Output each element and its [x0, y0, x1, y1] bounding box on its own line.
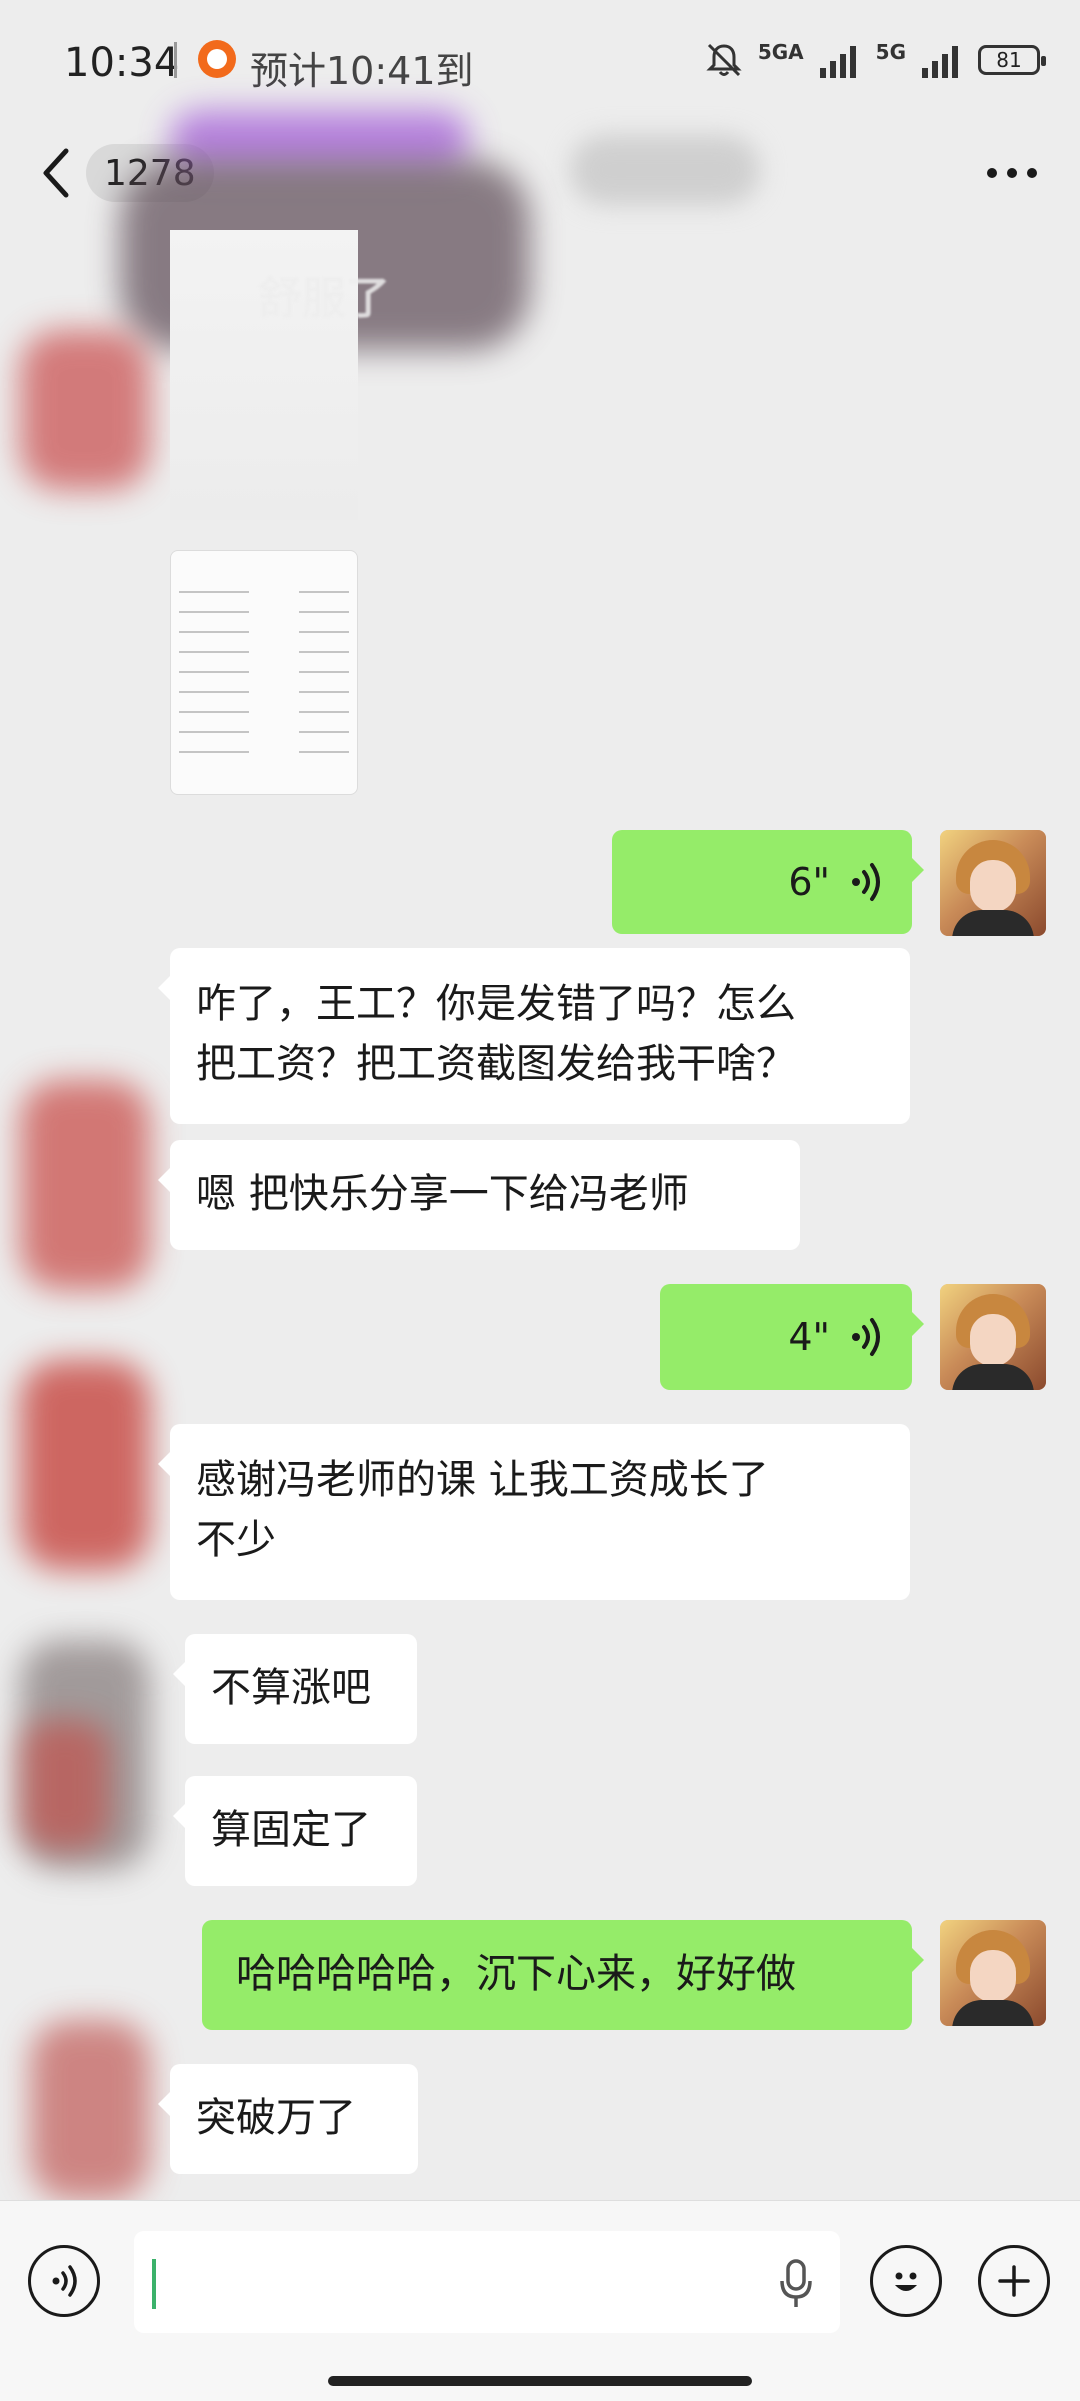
- text-message[interactable]: 感谢冯老师的课 让我工资成长了 不少: [158, 1424, 910, 1600]
- chat-input-bar: [0, 2200, 1080, 2401]
- clock: 10:34: [64, 40, 180, 86]
- my-avatar[interactable]: [940, 830, 1046, 936]
- voice-duration: 4": [788, 1315, 830, 1359]
- status-bar: 10:34 预计10:41到 5GA 5G 81: [0, 0, 1080, 125]
- text-message[interactable]: 算固定了: [173, 1776, 417, 1886]
- network-type-1: 5GA: [757, 40, 804, 64]
- more-dots-icon[interactable]: [980, 149, 1044, 197]
- text-message[interactable]: 嗯 把快乐分享一下给冯老师: [158, 1140, 800, 1250]
- message-line: 算固定了: [211, 1807, 371, 1853]
- status-divider: [174, 42, 177, 78]
- voice-message[interactable]: 6": [612, 830, 924, 934]
- redacted-avatar: [20, 1080, 150, 1290]
- status-indicators: 5GA 5G 81: [704, 38, 1046, 82]
- contact-name-redacted: [570, 135, 760, 205]
- emoji-icon: [895, 2272, 917, 2291]
- voice-wave-icon: [852, 863, 880, 901]
- message-input[interactable]: [134, 2231, 840, 2333]
- message-line: 突破万了: [196, 2095, 356, 2141]
- network-type-2: 5G: [875, 40, 906, 64]
- signal-icon: [819, 46, 856, 78]
- message-line: 感谢冯老师的课 让我工资成长了: [196, 1457, 769, 1503]
- voice-mode-button[interactable]: [28, 2245, 100, 2317]
- voice-mode-icon: [52, 2265, 77, 2297]
- back-arrow-icon[interactable]: [36, 143, 76, 203]
- redacted-avatar: [30, 2020, 150, 2200]
- text-message[interactable]: 咋了，王工？你是发错了吗？怎么 把工资？把工资截图发给我干啥？: [158, 948, 910, 1124]
- redacted-avatar: [20, 1720, 110, 1850]
- my-avatar[interactable]: [940, 1920, 1046, 2026]
- bell-muted-icon: [706, 43, 742, 77]
- text-cursor: [152, 2259, 156, 2309]
- emoji-button[interactable]: [870, 2245, 942, 2317]
- redacted-avatar: [20, 1360, 150, 1570]
- eta-text: 预计10:41到: [250, 49, 474, 93]
- home-indicator[interactable]: [328, 2376, 752, 2386]
- text-message[interactable]: 哈哈哈哈哈，沉下心来，好好做: [202, 1920, 924, 2030]
- battery-icon: 81: [978, 45, 1046, 75]
- signal-icon: [922, 46, 958, 78]
- message-line: 哈哈哈哈哈，沉下心来，好好做: [236, 1951, 796, 1997]
- message-line: 咋了，王工？你是发错了吗？怎么: [196, 981, 796, 1027]
- message-line: 把工资？把工资截图发给我干啥？: [196, 1041, 796, 1087]
- text-message[interactable]: 不算涨吧: [173, 1634, 417, 1744]
- text-message[interactable]: 突破万了: [158, 2064, 418, 2174]
- my-avatar[interactable]: [940, 1284, 1046, 1390]
- voice-wave-icon: [852, 1318, 880, 1356]
- voice-message[interactable]: 4": [660, 1284, 924, 1390]
- didi-app-icon: [198, 40, 236, 78]
- message-line: 不算涨吧: [211, 1665, 371, 1711]
- voice-duration: 6": [788, 860, 830, 904]
- plus-icon: [998, 2265, 1030, 2297]
- message-line: 嗯 把快乐分享一下给冯老师: [196, 1171, 689, 1217]
- salary-receipt-screenshot: [170, 550, 358, 795]
- battery-level: 81: [996, 48, 1022, 72]
- microphone-icon[interactable]: [776, 2257, 816, 2311]
- image-caption: 舒服了: [258, 273, 390, 324]
- message-line: 不少: [196, 1517, 276, 1563]
- more-functions-button[interactable]: [978, 2245, 1050, 2317]
- redacted-avatar: [20, 330, 150, 490]
